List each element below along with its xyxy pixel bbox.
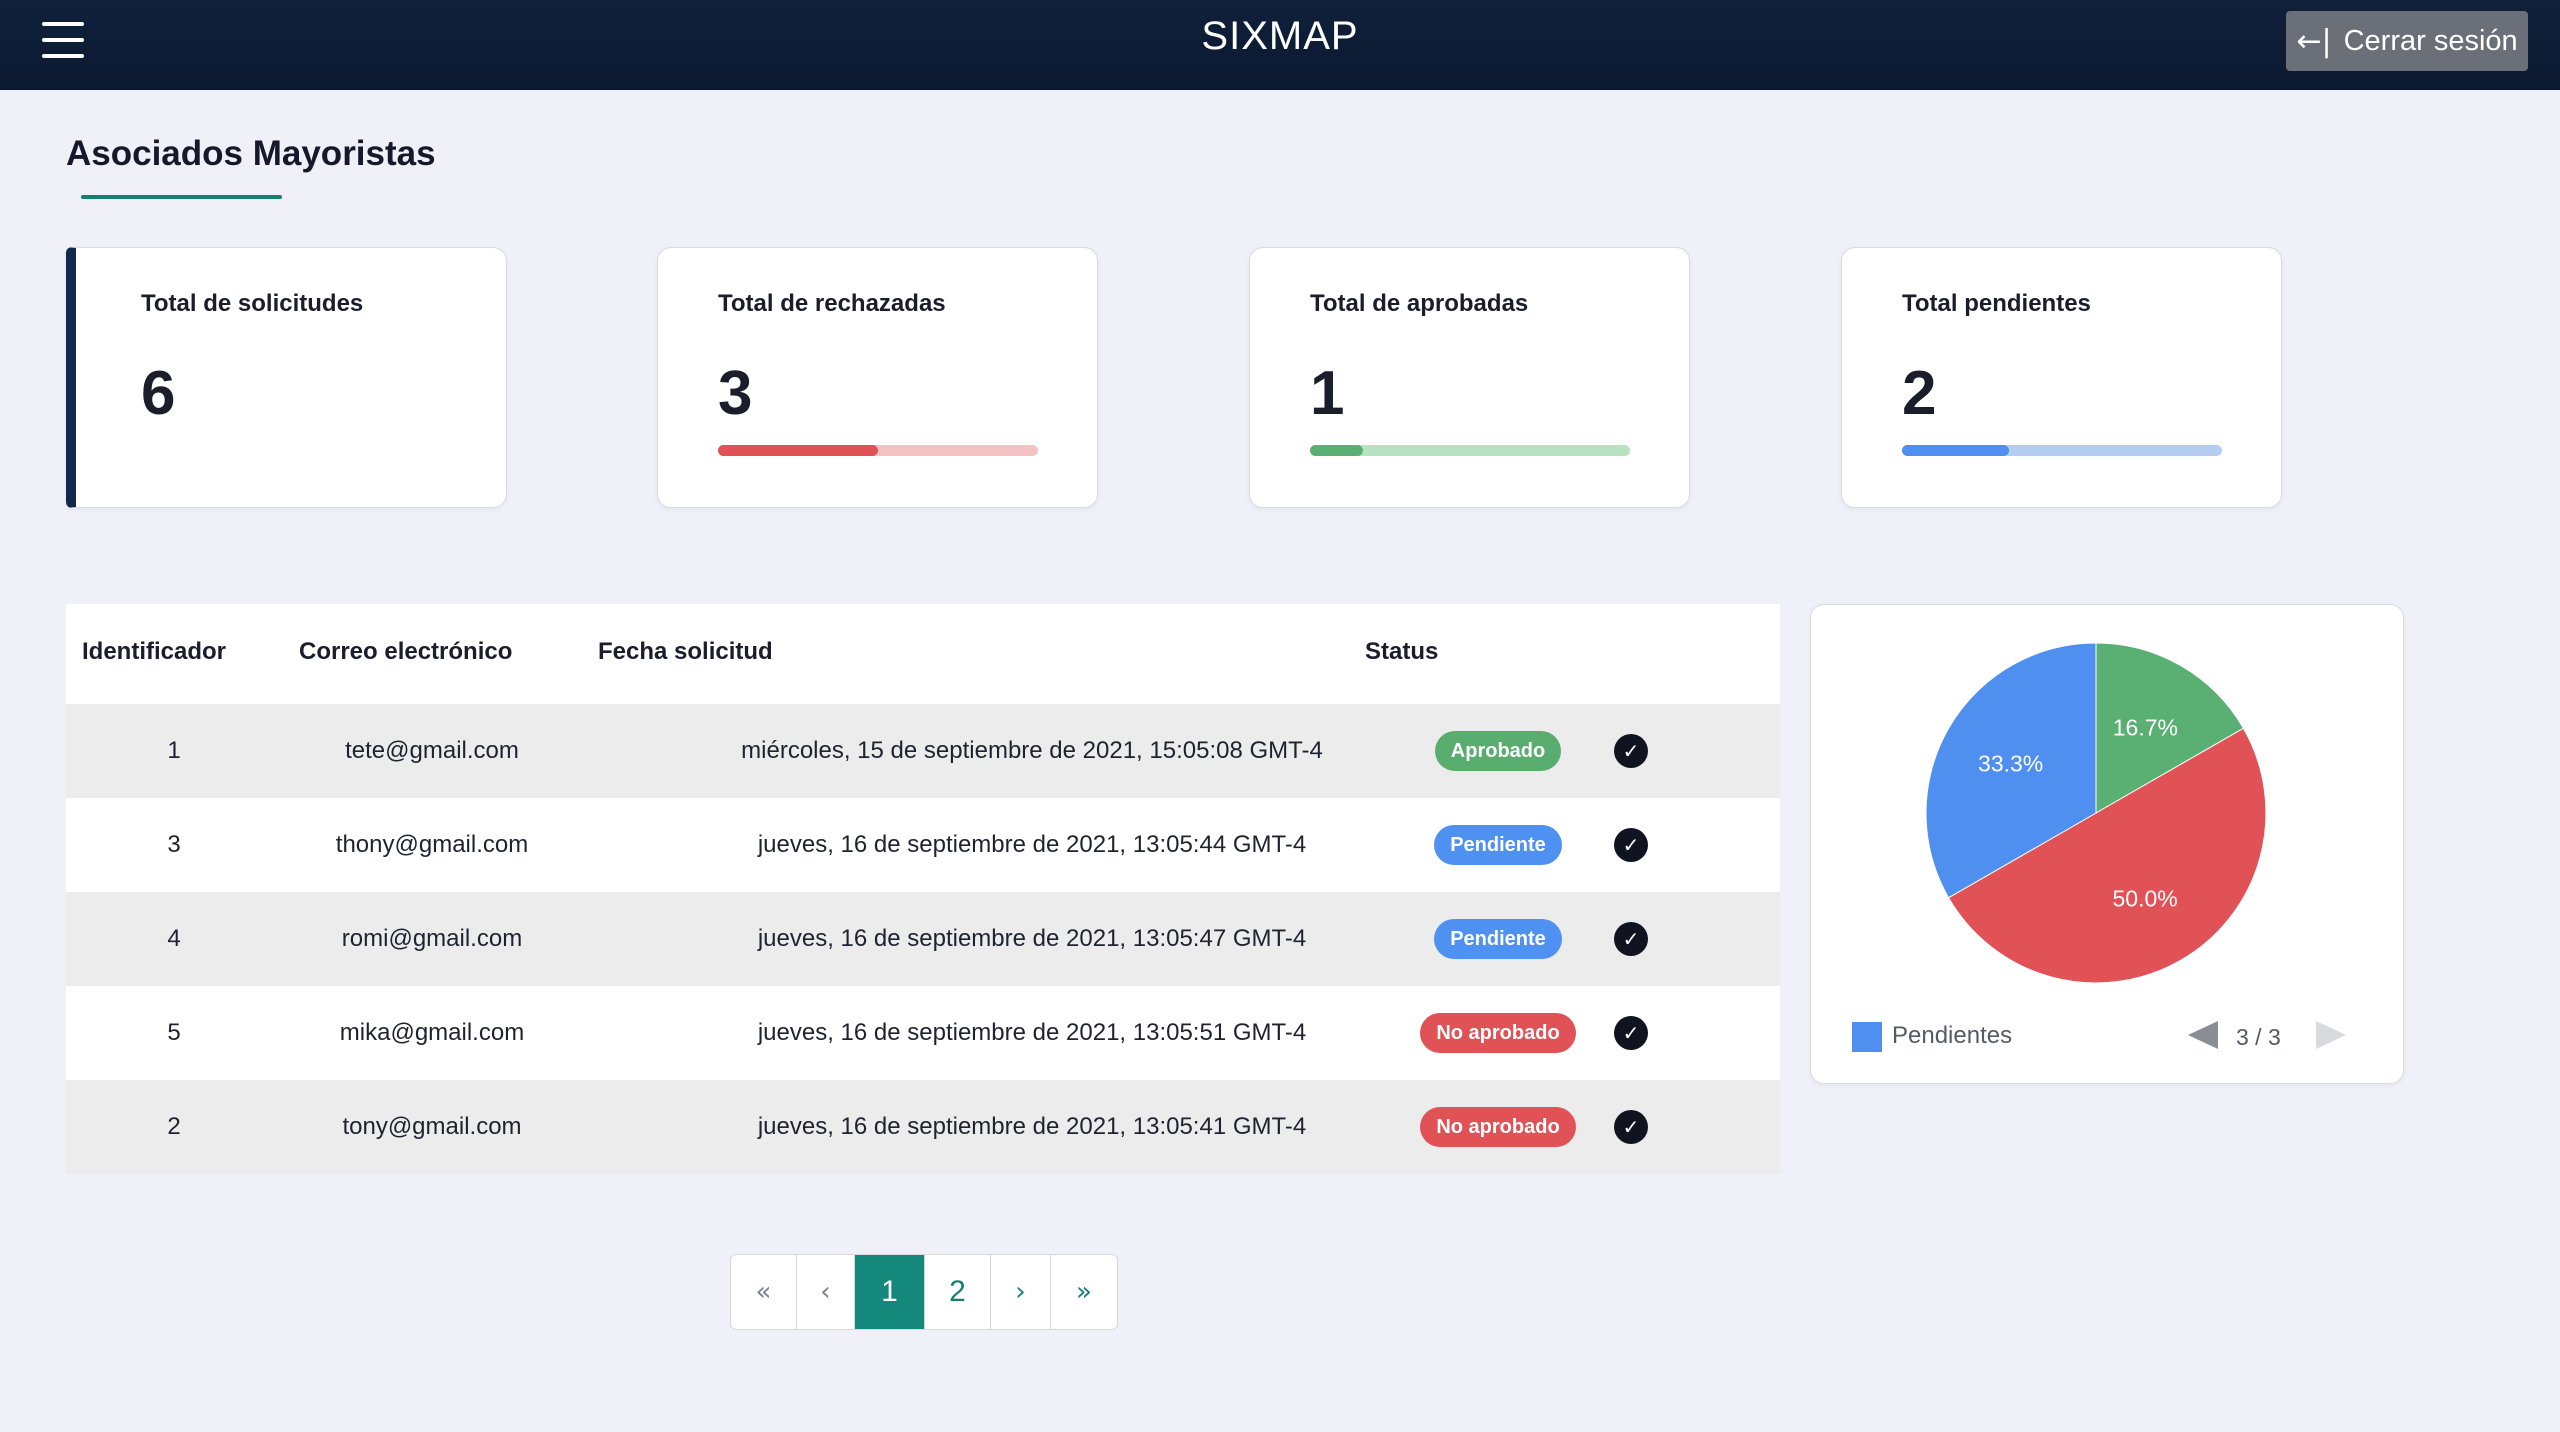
page-title: Asociados Mayoristas	[66, 134, 436, 173]
pie-slice-label: 16.7%	[2113, 715, 2178, 741]
cell-identificador: 3	[167, 831, 181, 858]
table-row[interactable]: 2 tony@gmail.com jueves, 16 de septiembre …	[66, 1080, 1780, 1174]
table-row[interactable]: 4 romi@gmail.com jueves, 16 de septiembre …	[66, 892, 1780, 986]
card-total-aprobadas: Total de aprobadas 1	[1249, 247, 1690, 508]
card-value: 6	[141, 359, 176, 428]
table-row[interactable]: 5 mika@gmail.com jueves, 16 de septiembre …	[66, 986, 1780, 1080]
card-value: 2	[1902, 359, 1937, 428]
logout-label: Cerrar sesión	[2343, 24, 2518, 57]
logout-icon: ←|	[2296, 23, 2332, 59]
legend-swatch	[1852, 1022, 1882, 1052]
legend-page-indicator: 3 / 3	[2236, 1024, 2281, 1050]
pie-slice-label: 50.0%	[2113, 885, 2178, 911]
card-value: 1	[1310, 359, 1345, 428]
table-body: 1 tete@gmail.com miércoles, 15 de septiemb…	[66, 704, 1780, 1174]
header-correo[interactable]: Correo electrónico	[299, 638, 512, 666]
cell-action: ✓	[1571, 798, 1691, 892]
check-circle-icon[interactable]: ✓	[1614, 734, 1648, 768]
progress-track	[718, 445, 1038, 456]
pie-chart: 16.7% 50.0% 33.3%	[1925, 642, 2267, 984]
cell-email: thony@gmail.com	[335, 831, 529, 858]
progress-track	[1902, 445, 2222, 456]
cell-identificador: 4	[167, 925, 181, 952]
pagination-last-button[interactable]: »	[1051, 1255, 1117, 1329]
cell-fecha: jueves, 16 de septiembre de 2021, 13:05:…	[757, 925, 1307, 952]
pagination-first-button[interactable]: «	[731, 1255, 797, 1329]
brand-title: SIXMAP	[1201, 14, 1359, 58]
table-row[interactable]: 1 tete@gmail.com miércoles, 15 de septiemb…	[66, 704, 1780, 798]
cell-fecha: miércoles, 15 de septiembre de 2021, 15:…	[741, 737, 1323, 764]
pagination-page-1[interactable]: 1	[855, 1255, 925, 1329]
top-navbar: SIXMAP ←| Cerrar sesión	[0, 0, 2560, 90]
status-badge: No aprobado	[1420, 1013, 1576, 1053]
card-total-solicitudes: Total de solicitudes 6	[66, 247, 507, 508]
check-circle-icon[interactable]: ✓	[1614, 828, 1648, 862]
header-identificador[interactable]: Identificador	[82, 638, 226, 666]
title-underline	[81, 195, 282, 199]
cell-action: ✓	[1571, 986, 1691, 1080]
header-status[interactable]: Status	[1365, 638, 1438, 666]
cell-identificador: 5	[167, 1019, 181, 1046]
cell-fecha: jueves, 16 de septiembre de 2021, 13:05:…	[757, 1019, 1307, 1046]
card-total-pendientes: Total pendientes 2	[1841, 247, 2282, 508]
cell-email: tony@gmail.com	[342, 1113, 522, 1140]
table-header: Identificador Correo electrónico Fecha s…	[66, 604, 1780, 704]
cell-action: ✓	[1571, 892, 1691, 986]
pagination: «‹ 1 2 ›»	[730, 1254, 1118, 1330]
status-badge: Aprobado	[1434, 731, 1562, 771]
cell-email: mika@gmail.com	[339, 1019, 525, 1046]
pagination-prev-button[interactable]: ‹	[797, 1255, 855, 1329]
pagination-next-button[interactable]: ›	[991, 1255, 1051, 1329]
card-label: Total de rechazadas	[718, 290, 946, 317]
check-circle-icon[interactable]: ✓	[1614, 1016, 1648, 1050]
cell-email: tete@gmail.com	[345, 737, 519, 764]
cell-identificador: 2	[167, 1113, 181, 1140]
table-row[interactable]: 3 thony@gmail.com jueves, 16 de septiembre…	[66, 798, 1780, 892]
pagination-page-2[interactable]: 2	[925, 1255, 991, 1329]
cell-fecha: jueves, 16 de septiembre de 2021, 13:05:…	[757, 831, 1307, 858]
cell-fecha: jueves, 16 de septiembre de 2021, 13:05:…	[757, 1113, 1307, 1140]
legend-prev-arrow-icon[interactable]	[2186, 1018, 2220, 1052]
legend-label[interactable]: Pendientes	[1892, 1022, 2012, 1050]
cell-email: romi@gmail.com	[341, 925, 523, 952]
hamburger-menu-icon[interactable]	[40, 18, 86, 62]
progress-fill	[1310, 445, 1364, 456]
card-label: Total pendientes	[1902, 290, 2091, 317]
logout-button[interactable]: ←| Cerrar sesión	[2286, 11, 2528, 71]
pie-chart-card: 16.7% 50.0% 33.3% Pendientes 3 / 3	[1810, 604, 2404, 1084]
progress-track	[1310, 445, 1630, 456]
cell-identificador: 1	[167, 737, 181, 764]
pie-slice-label: 33.3%	[1978, 751, 2043, 777]
check-circle-icon[interactable]: ✓	[1614, 1110, 1648, 1144]
header-fecha[interactable]: Fecha solicitud	[598, 638, 773, 666]
cell-action: ✓	[1571, 704, 1691, 798]
status-badge: Pendiente	[1434, 919, 1562, 959]
status-badge: No aprobado	[1420, 1107, 1576, 1147]
card-label: Total de aprobadas	[1310, 290, 1529, 317]
progress-fill	[718, 445, 878, 456]
check-circle-icon[interactable]: ✓	[1614, 922, 1648, 956]
status-badge: Pendiente	[1434, 825, 1562, 865]
card-value: 3	[718, 359, 753, 428]
progress-fill	[1902, 445, 2009, 456]
card-label: Total de solicitudes	[141, 290, 364, 317]
requests-table: Identificador Correo electrónico Fecha s…	[66, 604, 1780, 1174]
cell-action: ✓	[1571, 1080, 1691, 1174]
legend-next-arrow-icon[interactable]	[2314, 1018, 2348, 1052]
card-total-rechazadas: Total de rechazadas 3	[657, 247, 1098, 508]
